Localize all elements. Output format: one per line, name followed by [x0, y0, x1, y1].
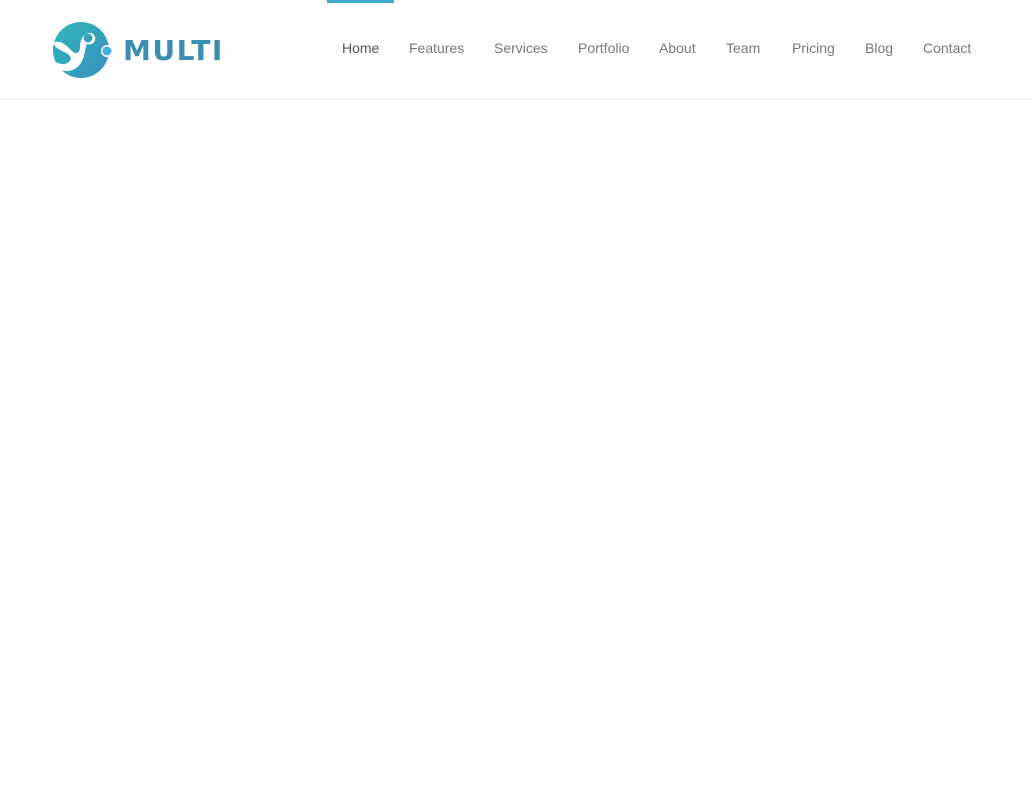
brand-logo[interactable]: MULTI [52, 21, 224, 79]
nav-item-home[interactable]: Home [342, 0, 379, 100]
brand-name: MULTI [123, 34, 224, 67]
nav-item-pricing[interactable]: Pricing [792, 0, 835, 100]
nav-item-features[interactable]: Features [409, 0, 464, 100]
logo-swirl-icon [53, 22, 113, 78]
nav-item-contact[interactable]: Contact [923, 0, 971, 100]
nav-item-team[interactable]: Team [726, 0, 760, 100]
nav-item-portfolio[interactable]: Portfolio [578, 0, 629, 100]
nav-item-services[interactable]: Services [494, 0, 548, 100]
nav-item-about[interactable]: About [659, 0, 696, 100]
nav-item-blog[interactable]: Blog [865, 0, 893, 100]
navbar: MULTI Home Features Services Portfolio A… [0, 0, 1032, 100]
